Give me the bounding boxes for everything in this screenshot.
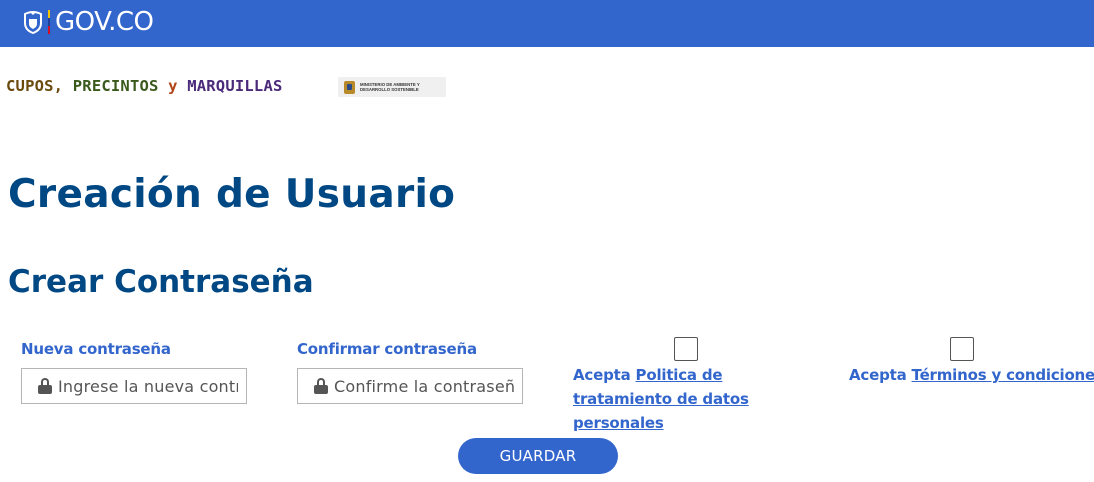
terms-accept-prefix: Acepta [849, 366, 907, 384]
ministry-name-line: DESARROLLO SOSTENIBLE [360, 87, 419, 92]
new-password-input[interactable] [58, 376, 238, 396]
section-title: Crear Contraseña [8, 264, 314, 300]
terms-link[interactable]: Términos y condiciones [912, 366, 1094, 384]
ministry-seal-icon [344, 80, 355, 94]
confirm-password-field[interactable] [297, 368, 523, 404]
ministry-name: MINISTERIO DE AMBIENTE Y DESARROLLO SOST… [360, 82, 420, 92]
new-password-label: Nueva contraseña [21, 340, 171, 358]
brand-word: y [168, 77, 178, 95]
confirm-password-input[interactable] [334, 376, 514, 396]
coat-of-arms-icon [22, 10, 44, 34]
ministry-logo: MINISTERIO DE AMBIENTE Y DESARROLLO SOST… [338, 77, 446, 97]
gov-co-logo[interactable]: GOV.CO [22, 7, 154, 37]
privacy-policy-consent: Acepta Politica de tratamiento de datos … [573, 363, 813, 435]
privacy-accept-prefix: Acepta [573, 366, 631, 384]
brand-word: CUPOS, [6, 77, 64, 95]
lock-icon [38, 378, 52, 394]
gov-topbar: GOV.CO [0, 0, 1094, 47]
gov-co-text: GOV.CO [55, 7, 154, 37]
brand-header: CUPOS, PRECINTOS y MARQUILLAS MINISTERIO… [6, 74, 446, 98]
lock-icon [314, 378, 328, 394]
brand-word: MARQUILLAS [187, 77, 283, 95]
page-title: Creación de Usuario [8, 172, 456, 217]
confirm-password-label: Confirmar contraseña [297, 340, 477, 358]
brand-title-logo: CUPOS, PRECINTOS y MARQUILLAS [6, 74, 283, 98]
terms-checkbox[interactable] [950, 337, 974, 361]
save-button[interactable]: GUARDAR [458, 438, 618, 474]
brand-word: PRECINTOS [72, 77, 159, 95]
new-password-field[interactable] [21, 368, 247, 404]
flag-divider [48, 10, 50, 34]
privacy-policy-checkbox[interactable] [674, 337, 698, 361]
terms-consent: Acepta Términos y condiciones [849, 363, 1094, 387]
